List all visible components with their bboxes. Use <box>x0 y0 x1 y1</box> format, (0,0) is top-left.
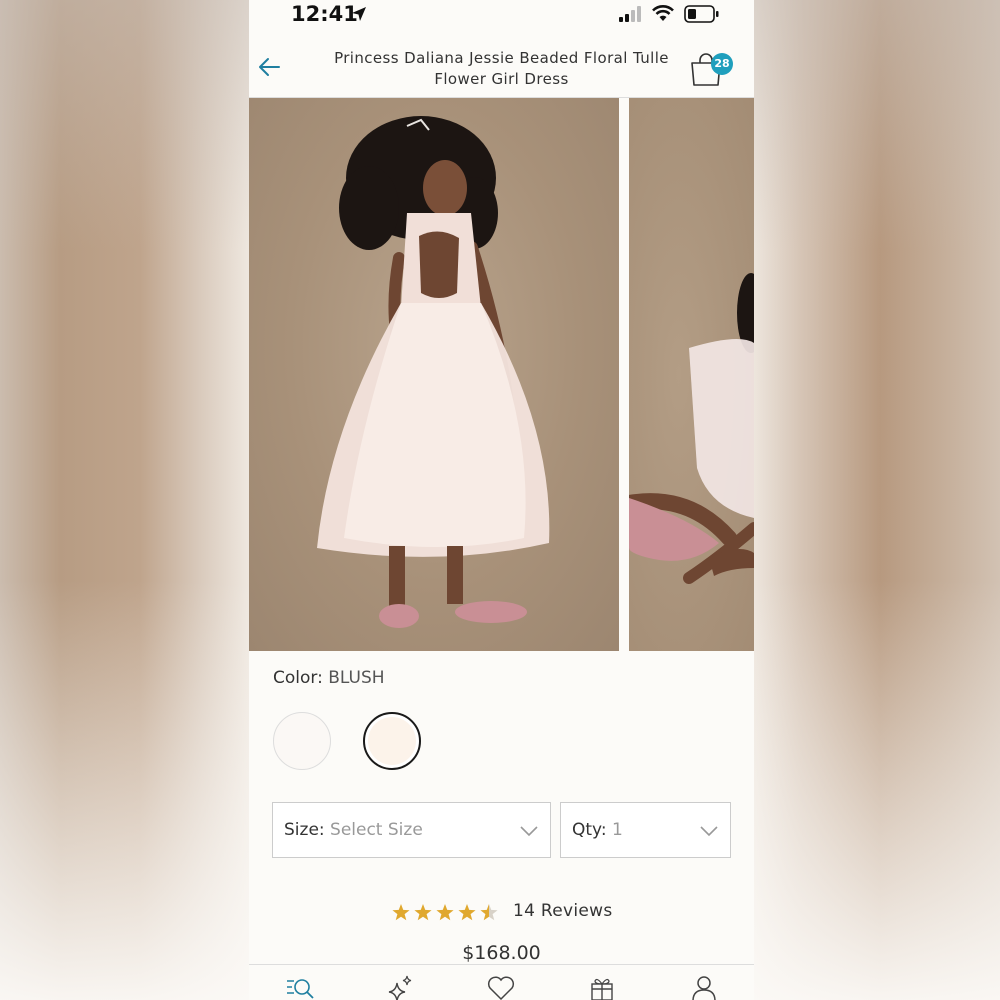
rating-star-icon <box>392 904 410 921</box>
qty-value: 1 <box>612 820 623 840</box>
color-selector-label: Color: BLUSH <box>273 668 385 688</box>
qty-label: Qty: <box>572 820 607 840</box>
size-dropdown[interactable]: Size: Select Size <box>272 802 551 858</box>
rating-star-icon <box>480 904 498 921</box>
product-photo-main[interactable] <box>249 98 619 651</box>
size-label: Size: <box>284 820 325 840</box>
star-rating[interactable] <box>391 903 499 923</box>
product-price: $168.00 <box>462 942 541 964</box>
status-bar: 12:41 <box>249 0 754 30</box>
chevron-down-icon <box>700 826 718 837</box>
rating-star-icon <box>436 904 454 921</box>
color-swatch-white[interactable] <box>273 712 331 770</box>
gift-icon[interactable] <box>587 975 617 1000</box>
cellular-signal-icon <box>619 6 641 22</box>
color-label-text: Color: <box>273 668 323 688</box>
location-arrow-icon <box>352 7 366 21</box>
reviews-link[interactable]: 14 Reviews <box>513 901 613 921</box>
product-title: Princess Daliana Jessie Beaded Floral Tu… <box>334 49 669 88</box>
quantity-dropdown-text: Qty: 1 <box>572 820 623 840</box>
color-swatch-blush[interactable] <box>363 712 421 770</box>
wifi-icon <box>652 5 674 21</box>
chevron-down-icon <box>520 826 538 837</box>
sparkle-icon[interactable] <box>385 975 415 1000</box>
back-arrow-icon[interactable] <box>257 54 283 80</box>
size-value: Select Size <box>330 820 423 840</box>
heart-icon[interactable] <box>486 975 516 1000</box>
bottom-nav <box>249 964 754 1000</box>
size-dropdown-text: Size: Select Size <box>284 820 423 840</box>
search-icon[interactable] <box>285 975 315 1000</box>
product-image-gallery[interactable] <box>249 98 754 651</box>
rating-star-icon <box>414 904 432 921</box>
product-photo-secondary[interactable] <box>629 98 754 651</box>
account-icon[interactable] <box>689 975 719 1000</box>
status-time: 12:41 <box>291 2 358 26</box>
rating-star-icon <box>458 904 476 921</box>
phone-screen: 12:41 Princess Daliana Jessie Beaded Flo… <box>249 0 754 1000</box>
cart-count-badge: 28 <box>711 53 733 75</box>
quantity-dropdown[interactable]: Qty: 1 <box>560 802 731 858</box>
battery-icon <box>684 5 719 23</box>
product-header: Princess Daliana Jessie Beaded Floral Tu… <box>249 36 754 98</box>
selected-color-value: BLUSH <box>328 668 385 688</box>
